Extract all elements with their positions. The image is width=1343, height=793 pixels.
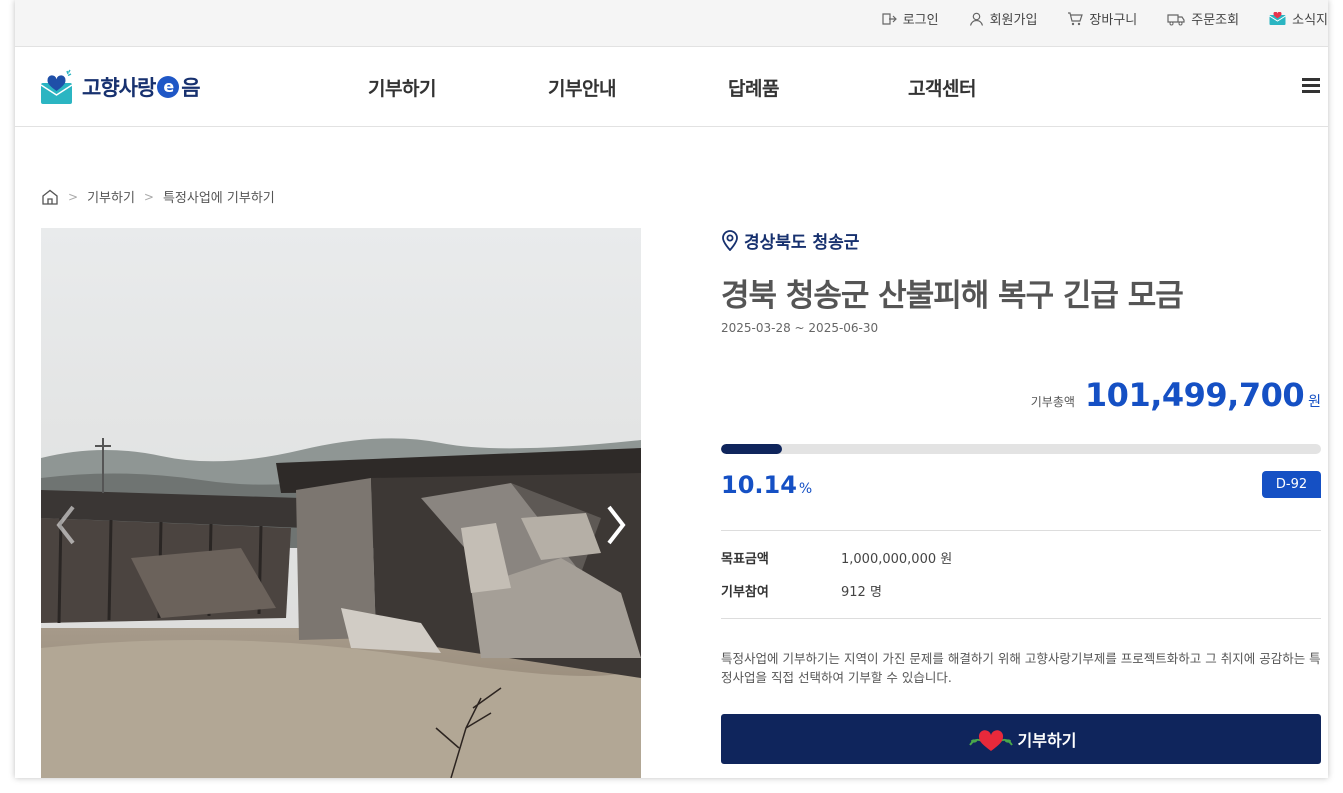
breadcrumb: > 기부하기 > 특정사업에 기부하기 (41, 187, 275, 206)
delivery-icon (1167, 13, 1185, 25)
divider (721, 618, 1321, 619)
total-value: 101,499,700 (1084, 376, 1305, 414)
total-label: 기부총액 (1030, 395, 1075, 409)
goal-label: 목표금액 (721, 552, 769, 567)
breadcrumb-special-project[interactable]: 특정사업에 기부하기 (163, 187, 275, 206)
order-label: 주문조회 (1191, 13, 1240, 28)
donate-label: 기부하기 (1017, 731, 1077, 750)
utility-bar: 로그인 회원가입 장바구니 주문조회 소식지 (15, 0, 1328, 47)
order-link[interactable]: 주문조회 (1167, 9, 1239, 28)
project-photo (41, 228, 641, 778)
fire-damage-photo (41, 228, 641, 778)
nav-guide[interactable]: 기부안내 (548, 74, 728, 101)
region-text: 경상북도 청송군 (744, 232, 860, 253)
breadcrumb-separator: > (143, 189, 154, 204)
user-icon (969, 12, 983, 26)
logo-text-part2: 음 (181, 76, 200, 100)
project-period: 2025-03-28 ~ 2025-06-30 (721, 321, 879, 335)
goal-row: 목표금액 1,000,000,000 원 (721, 548, 952, 567)
percent-unit: % (798, 481, 813, 497)
total-unit: 원 (1308, 394, 1321, 410)
goal-value: 1,000,000,000 원 (841, 552, 953, 567)
percent-value: 10.14 (721, 471, 797, 499)
project-info: 경상북도 청송군 경북 청송군 산불피해 복구 긴급 모금 2025-03-28… (721, 228, 1321, 764)
location-pin-icon (722, 230, 738, 251)
news-link[interactable]: 소식지 (1269, 9, 1328, 28)
cart-label: 장바구니 (1089, 13, 1138, 28)
next-slide-icon[interactable] (605, 503, 627, 547)
progress-bar (721, 444, 1321, 454)
region-label: 경상북도 청송군 (721, 228, 1321, 253)
nav-support[interactable]: 고객센터 (908, 74, 976, 101)
main-header: 고향사랑 e 음 기부하기 기부안내 답례품 고객센터 (15, 47, 1328, 127)
progress-fill (721, 444, 782, 454)
menu-icon[interactable] (1302, 78, 1320, 94)
participants-value: 912 명 (841, 585, 882, 600)
login-link[interactable]: 로그인 (881, 9, 939, 28)
divider (721, 530, 1321, 531)
prev-slide-icon[interactable] (55, 503, 77, 547)
logo-heart-mailbox-icon (40, 69, 73, 104)
logo-wordmark: 고향사랑 e 음 (82, 72, 201, 102)
nav-donate[interactable]: 기부하기 (368, 74, 548, 101)
breadcrumb-separator: > (68, 189, 79, 204)
page-frame: 로그인 회원가입 장바구니 주문조회 소식지 고향사랑 e 음 기부하기 기부안… (15, 0, 1328, 778)
total-amount: 기부총액 101,499,700 원 (1031, 376, 1321, 414)
login-label: 로그인 (902, 13, 939, 28)
progress-percent: 10.14 % (721, 471, 812, 499)
newsletter-icon (1269, 11, 1286, 25)
donate-button[interactable]: 기부하기 (721, 714, 1321, 764)
nav-gifts[interactable]: 답례품 (728, 74, 908, 101)
home-icon[interactable] (41, 189, 59, 205)
logo-text-part1: 고향사랑 (82, 76, 156, 100)
cart-link[interactable]: 장바구니 (1067, 9, 1137, 28)
site-logo[interactable]: 고향사랑 e 음 (40, 69, 201, 105)
heart-leaf-icon (968, 730, 1013, 751)
breadcrumb-donate[interactable]: 기부하기 (87, 187, 135, 206)
participants-label: 기부참여 (721, 585, 769, 600)
project-description: 특정사업에 기부하기는 지역이 가진 문제를 해결하기 위해 고향사랑기부제를 … (721, 651, 1321, 685)
dday-badge: D-92 (1262, 471, 1321, 498)
signup-label: 회원가입 (989, 13, 1038, 28)
login-icon (882, 12, 897, 25)
logo-e-mark: e (157, 76, 180, 98)
main-nav: 기부하기 기부안내 답례품 고객센터 (368, 74, 976, 101)
news-label: 소식지 (1292, 13, 1328, 28)
utility-menu: 로그인 회원가입 장바구니 주문조회 소식지 (851, 9, 1328, 28)
signup-link[interactable]: 회원가입 (969, 9, 1038, 28)
project-title: 경북 청송군 산불피해 복구 긴급 모금 (721, 278, 1184, 314)
cart-icon (1068, 11, 1084, 25)
participants-row: 기부참여 912 명 (721, 581, 882, 600)
